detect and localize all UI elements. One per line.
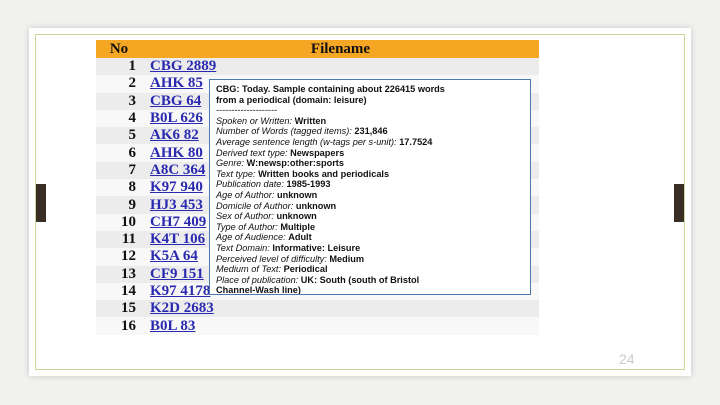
- tooltip-line: Spoken or Written: Written: [216, 116, 524, 127]
- tooltip-line: Type of Author: Multiple: [216, 222, 524, 233]
- page-number: 24: [619, 351, 635, 367]
- tooltip-key: Derived text type:: [216, 147, 288, 158]
- text-info-tooltip: CBG: Today. Sample containing about 2264…: [209, 79, 531, 295]
- tooltip-line: Age of Audience: Adult: [216, 232, 524, 243]
- tooltip-line: Publication date: 1985-1993: [216, 179, 524, 190]
- tooltip-line: Text Domain: Informative: Leisure: [216, 243, 524, 254]
- tooltip-line: Derived text type: Newspapers: [216, 148, 524, 159]
- row-number: 9: [96, 196, 142, 214]
- tooltip-value: UK: South (south of Bristol: [300, 274, 420, 285]
- row-number: 15: [96, 300, 142, 318]
- tooltip-line: Medium of Text: Periodical: [216, 264, 524, 275]
- row-number: 12: [96, 248, 142, 266]
- tooltip-key: Age of Audience:: [216, 232, 286, 243]
- row-number: 8: [96, 179, 142, 197]
- tooltip-line: Age of Author: unknown: [216, 190, 524, 201]
- tooltip-value: W:newsp:other:sports: [246, 158, 344, 169]
- row-number: 13: [96, 265, 142, 283]
- tooltip-value: 231,846: [354, 126, 388, 137]
- tooltip-key: Spoken or Written:: [216, 115, 293, 126]
- table-row: 1 CBG 2889: [96, 58, 539, 76]
- row-number: 7: [96, 161, 142, 180]
- tooltip-key: Text Domain:: [216, 242, 270, 253]
- tooltip-line: Perceived level of difficulty: Medium: [216, 254, 524, 265]
- right-tab-decoration: [674, 184, 684, 222]
- tooltip-value: Multiple: [280, 221, 316, 232]
- header-filename: Filename: [142, 40, 539, 58]
- tooltip-heading-1: CBG: Today. Sample containing about 2264…: [216, 84, 445, 94]
- table-row: 16 B0L 83: [96, 317, 539, 335]
- filename-link[interactable]: CBG 2889: [142, 58, 539, 76]
- row-number: 2: [96, 75, 142, 93]
- tooltip-value: Periodical: [283, 264, 328, 275]
- tooltip-value: Medium: [329, 253, 365, 264]
- row-number: 5: [96, 127, 142, 145]
- tooltip-value: Written books and periodicals: [258, 168, 390, 179]
- row-number: 3: [96, 92, 142, 110]
- tooltip-value: Informative: Leisure: [272, 242, 361, 253]
- tooltip-line: Sex of Author: unknown: [216, 211, 524, 222]
- tooltip-value: 17.7524: [399, 136, 433, 147]
- tooltip-key: Place of publication:: [216, 274, 299, 285]
- tooltip-value: unknown: [276, 189, 318, 200]
- tooltip-line: Number of Words (tagged items): 231,846: [216, 126, 524, 137]
- left-tab-decoration: [36, 184, 46, 222]
- table-row: 15 K2D 2683: [96, 300, 539, 318]
- row-number: 16: [96, 317, 142, 335]
- row-number: 10: [96, 213, 142, 231]
- tooltip-key: Sex of Author:: [216, 211, 274, 222]
- tooltip-value: Adult: [288, 232, 312, 243]
- tooltip-separator: --------------------: [216, 105, 278, 116]
- tooltip-key: Medium of Text:: [216, 264, 282, 275]
- tooltip-value: Channel-Wash line): [216, 285, 301, 295]
- row-number: 6: [96, 144, 142, 162]
- header-no: No: [96, 40, 142, 58]
- tooltip-line: Place of publication: UK: South (south o…: [216, 275, 524, 286]
- tooltip-key: Type of Author:: [216, 221, 278, 232]
- row-number: 4: [96, 109, 142, 128]
- row-number: 14: [96, 282, 142, 301]
- tooltip-line: Channel-Wash line): [216, 285, 524, 295]
- tooltip-value: Written: [294, 115, 327, 126]
- tooltip-key: Perceived level of difficulty:: [216, 253, 327, 264]
- tooltip-line: Average sentence length (w-tags per s-un…: [216, 137, 524, 148]
- row-number: 1: [96, 58, 142, 76]
- tooltip-value: unknown: [276, 211, 317, 222]
- tooltip-key: Publication date:: [216, 179, 284, 190]
- tooltip-line: Genre: W:newsp:other:sports: [216, 158, 524, 169]
- filename-link[interactable]: B0L 83: [142, 317, 539, 335]
- tooltip-value: unknown: [295, 200, 337, 211]
- tooltip-line: Text type: Written books and periodicals: [216, 169, 524, 180]
- tooltip-value: Newspapers: [290, 147, 345, 158]
- tooltip-key: Age of Author:: [216, 189, 275, 200]
- tooltip-key: Text type:: [216, 168, 256, 179]
- table-header-row: No Filename: [96, 40, 539, 58]
- filename-link[interactable]: K2D 2683: [142, 300, 539, 318]
- row-number: 11: [96, 230, 142, 249]
- tooltip-key: Genre:: [216, 158, 245, 169]
- tooltip-value: 1985-1993: [286, 179, 331, 190]
- tooltip-heading-2: from a periodical (domain: leisure): [216, 94, 367, 105]
- tooltip-line: Domicile of Author: unknown: [216, 201, 524, 212]
- tooltip-key: Number of Words (tagged items):: [216, 126, 352, 137]
- tooltip-key: Average sentence length (w-tags per s-un…: [216, 136, 397, 147]
- tooltip-key: Domicile of Author:: [216, 200, 294, 211]
